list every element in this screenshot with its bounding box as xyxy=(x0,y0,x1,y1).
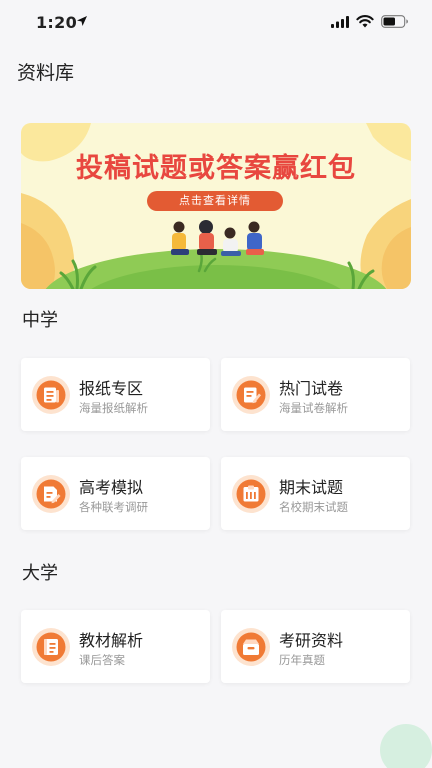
card-subtitle: 海量报纸解析 xyxy=(79,401,148,415)
textbook-icon xyxy=(32,628,70,666)
card-title: 报纸专区 xyxy=(79,379,144,398)
newspaper-icon xyxy=(32,376,70,414)
card-subtitle: 海量试卷解析 xyxy=(279,401,348,415)
card-title: 高考模拟 xyxy=(79,478,144,497)
final-exam-icon xyxy=(232,475,270,513)
cellular-signal-icon xyxy=(331,16,349,28)
location-arrow-icon xyxy=(77,16,87,26)
card-title: 热门试卷 xyxy=(279,379,344,398)
card-popular-exams[interactable]: 热门试卷 海量试卷解析 xyxy=(221,358,410,431)
status-bar: 1:20 xyxy=(0,0,432,46)
page-title: 资料库 xyxy=(17,62,75,84)
archive-box-icon xyxy=(232,628,270,666)
card-title: 期末试题 xyxy=(279,478,344,497)
banner-title: 投稿试题或答案赢红包 xyxy=(76,153,356,184)
card-gaokao-mock[interactable]: 高考模拟 各种联考调研 xyxy=(21,457,210,530)
status-time: 1:20 xyxy=(36,13,77,32)
card-subtitle: 各种联考调研 xyxy=(79,500,148,514)
card-subtitle: 课后答案 xyxy=(79,653,125,667)
exam-paper-icon xyxy=(232,376,270,414)
floating-action-button[interactable] xyxy=(380,722,432,768)
section-title-middle-school: 中学 xyxy=(22,310,58,331)
mock-exam-icon xyxy=(32,475,70,513)
card-postgrad-materials[interactable]: 考研资料 历年真题 xyxy=(221,610,410,683)
card-final-exams[interactable]: 期末试题 名校期末试题 xyxy=(221,457,410,530)
card-newspaper-zone[interactable]: 报纸专区 海量报纸解析 xyxy=(21,358,210,431)
section-title-university: 大学 xyxy=(22,563,58,584)
card-title: 考研资料 xyxy=(279,631,344,650)
card-subtitle: 名校期末试题 xyxy=(279,500,348,514)
card-subtitle: 历年真题 xyxy=(279,653,325,667)
wifi-icon xyxy=(356,15,374,28)
battery-icon xyxy=(381,15,408,28)
view-details-button[interactable]: 点击查看详情 xyxy=(147,191,283,211)
card-textbook-analysis[interactable]: 教材解析 课后答案 xyxy=(21,610,210,683)
card-title: 教材解析 xyxy=(79,631,144,650)
